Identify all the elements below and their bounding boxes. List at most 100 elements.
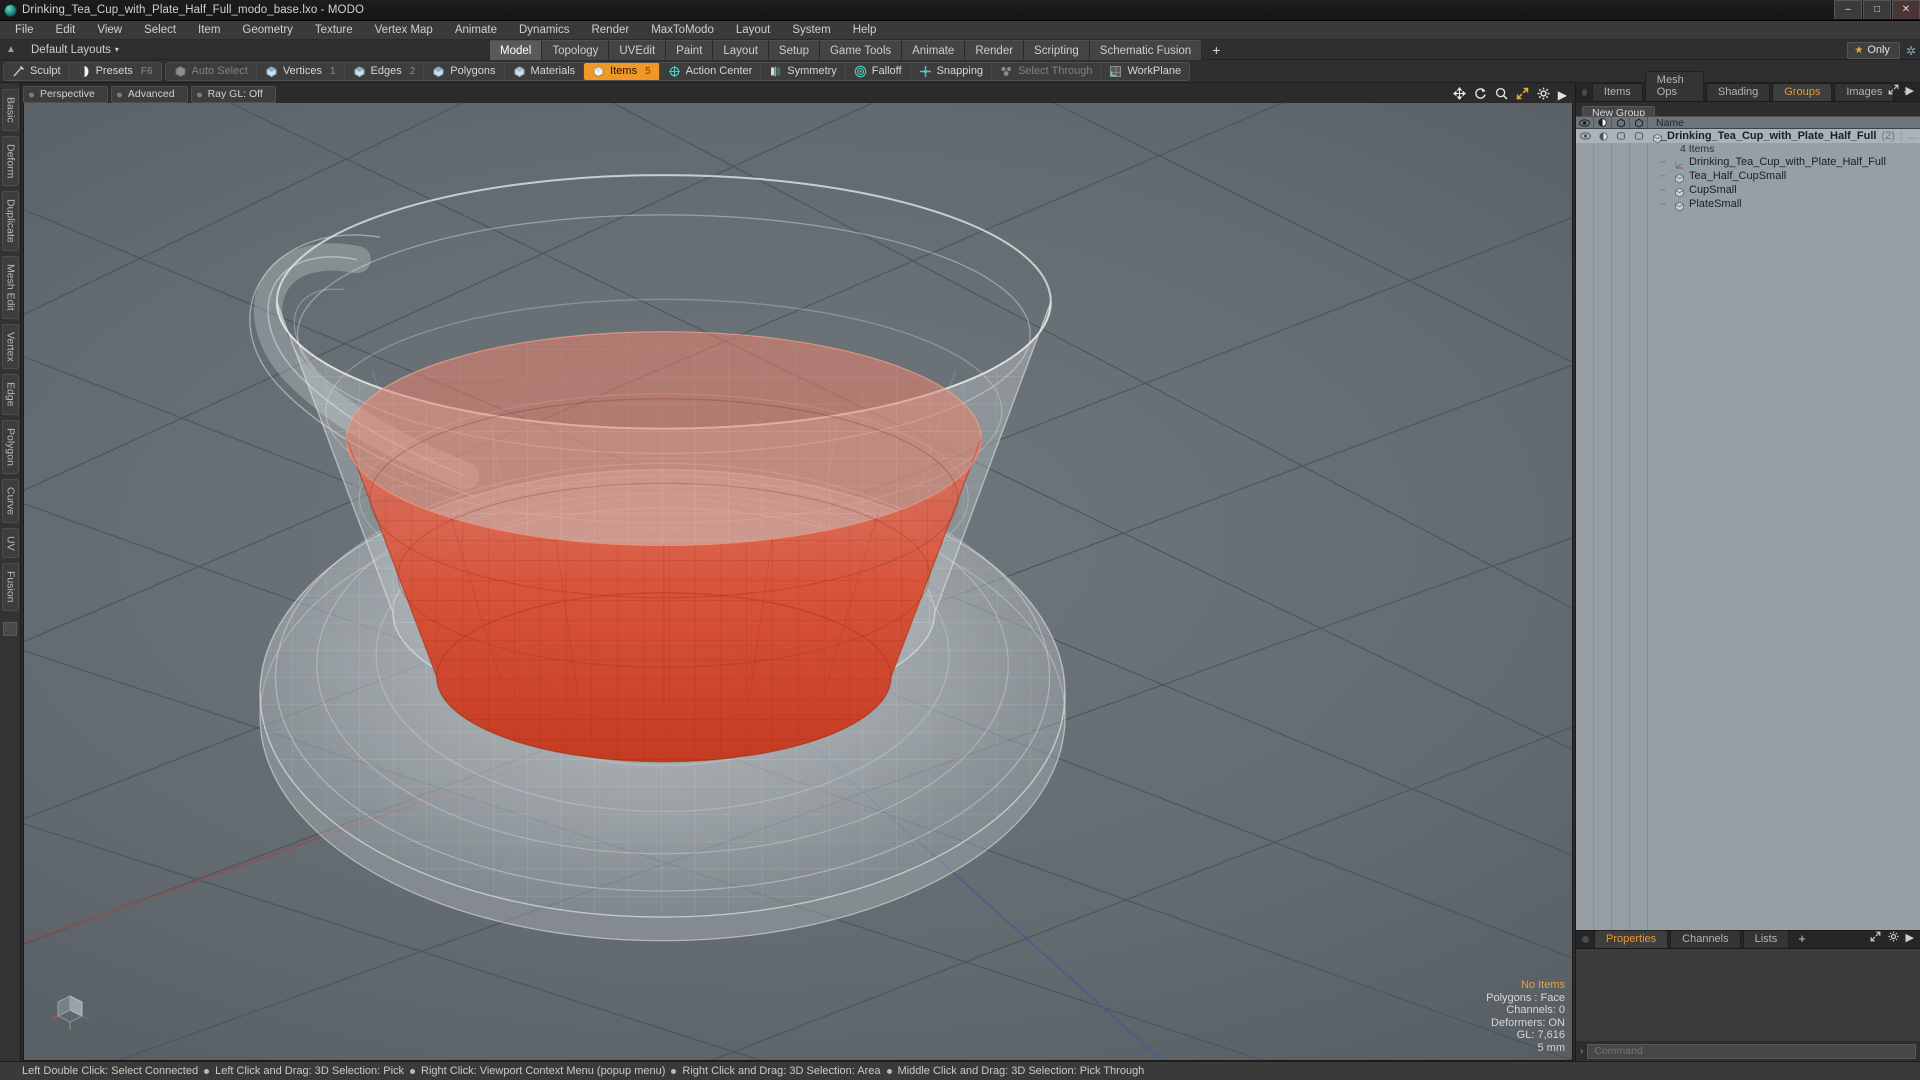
tool-edges[interactable]: Edges 2 [345,62,425,80]
viewport-shading-button[interactable]: Advanced [110,86,188,103]
default-layouts-label[interactable]: Default Layouts [31,44,111,56]
left-tab-curve[interactable]: Curve [1,478,19,523]
only-toggle-button[interactable]: ★ Only [1847,42,1900,59]
tab-mesh-ops[interactable]: Mesh Ops [1644,71,1704,101]
menu-geometry[interactable]: Geometry [231,21,304,40]
layout-tab-animate[interactable]: Animate [902,40,966,60]
left-tab-fusion[interactable]: Fusion [1,563,19,611]
chevron-right-icon[interactable]: ▶ [1906,931,1914,945]
menu-help[interactable]: Help [842,21,888,40]
layout-tab-uvedit[interactable]: UVEdit [609,40,667,60]
tool-action-center[interactable]: Action Center [660,62,762,80]
menu-animate[interactable]: Animate [444,21,508,40]
layout-tab-model[interactable]: Model [490,40,543,60]
tool-auto-select[interactable]: Auto Select [166,62,257,80]
tool-workplane[interactable]: WorkPlane [1101,63,1189,80]
bottom-panel-menu-dot-icon[interactable] [1582,936,1589,943]
tool-presets[interactable]: Presets F6 [70,63,161,80]
chevron-right-icon[interactable]: ▶ [1906,84,1914,98]
column-eye-icon[interactable] [1576,117,1594,128]
viewport-raygl-button[interactable]: Ray GL: Off [190,86,276,103]
row-eye-icon[interactable] [1576,129,1594,143]
left-tab-vertex[interactable]: Vertex [1,323,19,370]
layout-tab-schematic-fusion[interactable]: Schematic Fusion [1089,40,1203,60]
rotate-icon[interactable] [1474,87,1487,103]
column-wire-icon[interactable] [1630,117,1648,128]
tab-items[interactable]: Items [1591,83,1643,101]
column-shade-icon[interactable] [1612,117,1630,128]
close-button[interactable]: ✕ [1892,0,1920,19]
column-render-icon[interactable] [1594,117,1612,128]
layout-tab-layout[interactable]: Layout [713,40,769,60]
layout-tab-paint[interactable]: Paint [666,40,714,60]
left-tab-polygon[interactable]: Polygon [1,419,19,474]
add-bottom-tab-button[interactable]: + [1791,931,1813,948]
layout-tab-scripting[interactable]: Scripting [1024,40,1090,60]
tree-row-group[interactable]: ▁ Drinking_Tea_Cup_with_Plate_Half_Full … [1576,129,1920,143]
tool-falloff[interactable]: Falloff [846,62,911,80]
left-tab-duplicate[interactable]: Duplicate [1,191,19,251]
menu-select[interactable]: Select [133,21,187,40]
tree-row-tea-mesh[interactable]: ┄ Tea_Half_CupSmall [1576,169,1920,183]
tool-polygons[interactable]: Polygons [424,62,505,80]
maximize-button[interactable]: □ [1863,0,1891,19]
tree-row-cup-mesh[interactable]: ┄ CupSmall [1576,183,1920,197]
menu-view[interactable]: View [86,21,133,40]
minimize-button[interactable]: – [1834,0,1862,19]
gear-icon[interactable] [1537,87,1550,103]
tab-lists[interactable]: Lists [1742,930,1790,948]
gear-icon[interactable]: ✲ [1906,44,1916,58]
expand-arrow-icon[interactable]: ▶ [1558,88,1567,102]
home-up-icon[interactable]: ▲ [0,44,22,55]
left-tab-uv[interactable]: UV [1,527,19,559]
zoom-icon[interactable] [1495,87,1508,103]
command-arrow-icon[interactable]: › [1580,1046,1583,1057]
panel-menu-dot-icon[interactable] [1582,89,1587,96]
properties-pane[interactable] [1576,949,1920,1041]
material-swatch[interactable] [3,621,17,636]
tool-vertices[interactable]: Vertices 1 [257,62,345,80]
tab-groups[interactable]: Groups [1772,83,1833,101]
gear-icon[interactable] [1888,931,1899,945]
menu-vertex-map[interactable]: Vertex Map [364,21,444,40]
tool-items[interactable]: Items 5 [584,62,660,80]
menu-render[interactable]: Render [580,21,640,40]
expand-icon[interactable] [1870,931,1881,945]
menu-texture[interactable]: Texture [304,21,364,40]
left-tab-mesh-edit[interactable]: Mesh Edit [1,255,19,319]
layout-tab-render[interactable]: Render [965,40,1025,60]
tool-sculpt[interactable]: Sculpt [4,62,70,80]
expand-icon[interactable] [1888,84,1899,98]
menu-layout[interactable]: Layout [725,21,782,40]
tool-snapping[interactable]: Snapping [911,62,993,80]
chevron-down-icon[interactable]: ▾ [115,45,119,54]
fit-icon[interactable] [1516,87,1529,103]
row-wire-toggle[interactable] [1630,129,1648,143]
menu-item[interactable]: Item [187,21,231,40]
command-input[interactable] [1587,1043,1916,1059]
viewport-view-mode-button[interactable]: Perspective [23,86,108,103]
row-render-icon[interactable] [1594,129,1612,143]
left-tab-edge[interactable]: Edge [1,374,19,415]
tool-materials[interactable]: Materials [505,62,585,80]
left-tab-basic[interactable]: Basic [1,89,19,131]
left-tab-deform[interactable]: Deform [1,135,19,187]
tab-images[interactable]: Images [1834,83,1895,101]
menu-system[interactable]: System [781,21,841,40]
layout-tab-topology[interactable]: Topology [542,40,610,60]
layout-tab-game-tools[interactable]: Game Tools [819,40,903,60]
menu-edit[interactable]: Edit [45,21,87,40]
menu-maxtomodo[interactable]: MaxToModo [640,21,725,40]
tree-row-plate-mesh[interactable]: ┄ PlateSmall [1576,197,1920,211]
3d-viewport[interactable]: No Items Polygons : Face Channels: 0 Def… [23,103,1573,1061]
tree-row-locator[interactable]: ┄ Drinking_Tea_Cup_with_Plate_Half_Full [1576,155,1920,169]
move-icon[interactable] [1452,86,1466,103]
tool-symmetry[interactable]: Symmetry [761,62,846,80]
tab-properties[interactable]: Properties [1594,930,1669,948]
tab-channels[interactable]: Channels [1670,930,1741,948]
layout-tab-setup[interactable]: Setup [768,40,820,60]
tab-shading[interactable]: Shading [1705,83,1771,101]
group-tree-body[interactable]: ▁ Drinking_Tea_Cup_with_Plate_Half_Full … [1576,129,1920,930]
menu-file[interactable]: File [4,21,45,40]
menu-dynamics[interactable]: Dynamics [508,21,580,40]
